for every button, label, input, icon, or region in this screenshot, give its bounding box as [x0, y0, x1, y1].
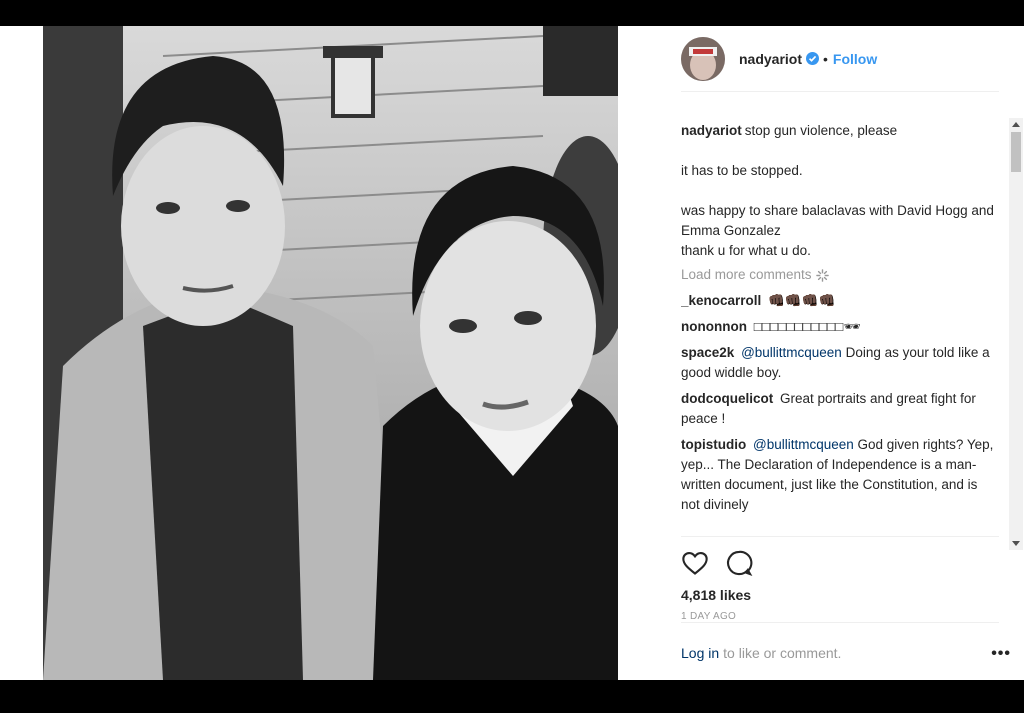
login-prompt-text: to like or comment.	[723, 644, 842, 661]
post-username[interactable]: nadyariot	[739, 51, 802, 67]
post-caption: nadyariot stop gun violence, please it ha…	[681, 121, 1011, 261]
comment-item: nononnon □□□□□□□□□□□🕶	[681, 317, 1011, 337]
scroll-down-arrow-icon[interactable]	[1012, 541, 1020, 546]
login-link[interactable]: Log in	[681, 645, 719, 661]
post-photo-image	[43, 26, 618, 680]
comment-item: dodcoquelicot Great portraits and great …	[681, 389, 1011, 429]
like-count[interactable]: 4,818 likes	[681, 587, 999, 603]
login-bar: Log in to like or comment. •••	[681, 622, 1010, 682]
load-more-label: Load more comments	[681, 267, 812, 282]
spinner-icon	[815, 268, 829, 282]
comment-text: □□□□□□□□□□□🕶	[753, 319, 861, 334]
action-icons	[681, 549, 999, 577]
more-options-icon[interactable]: •••	[991, 645, 1011, 663]
caption-line: was happy to share balaclavas with David…	[681, 203, 994, 238]
comment-item: _kenocarroll 👊🏿👊🏿👊🏿👊🏿	[681, 291, 1011, 311]
comment-mention-link[interactable]: @bullittmcqueen	[741, 345, 842, 360]
caption-line: thank u for what u do.	[681, 243, 811, 258]
post-actions: 4,818 likes 1 DAY AGO	[681, 536, 999, 622]
comment-item: topistudio @bullittmcqueen God given rig…	[681, 435, 1011, 515]
comment-username[interactable]: space2k	[681, 345, 734, 360]
comment-username[interactable]: topistudio	[681, 437, 746, 452]
post-timestamp: 1 DAY AGO	[681, 611, 737, 622]
comments-list: nadyariot stop gun violence, please it ha…	[681, 106, 1011, 550]
avatar[interactable]	[681, 36, 725, 81]
comment-text: 👊🏿👊🏿👊🏿👊🏿	[768, 293, 836, 308]
comment-mention-link[interactable]: @bullittmcqueen	[753, 437, 854, 452]
scroll-thumb[interactable]	[1011, 132, 1021, 172]
verified-badge-icon	[806, 52, 820, 65]
post-photo[interactable]	[43, 26, 618, 680]
caption-line: it has to be stopped.	[681, 163, 803, 178]
comment-username[interactable]: _kenocarroll	[681, 293, 761, 308]
scroll-up-arrow-icon[interactable]	[1012, 122, 1020, 127]
load-more-comments-button[interactable]: Load more comments	[681, 265, 1011, 285]
comment-username[interactable]: nononnon	[681, 319, 747, 334]
caption-username[interactable]: nadyariot	[681, 123, 742, 138]
follow-button[interactable]: Follow	[833, 51, 877, 67]
comments-scrollbar[interactable]	[1009, 118, 1023, 550]
caption-line: stop gun violence, please	[744, 123, 898, 138]
post-modal: nadyariot • Follow nadyariot stop gun vio…	[0, 26, 1024, 680]
comment-username[interactable]: dodcoquelicot	[681, 391, 773, 406]
post-sidebar: nadyariot • Follow nadyariot stop gun vio…	[618, 26, 1024, 680]
separator-dot: •	[823, 50, 828, 67]
avatar-image	[681, 36, 725, 81]
post-header: nadyariot • Follow	[681, 26, 999, 92]
comment-icon[interactable]	[725, 549, 753, 577]
comment-item: space2k @bullittmcqueen Doing as your to…	[681, 343, 1011, 383]
heart-icon[interactable]	[681, 549, 709, 577]
